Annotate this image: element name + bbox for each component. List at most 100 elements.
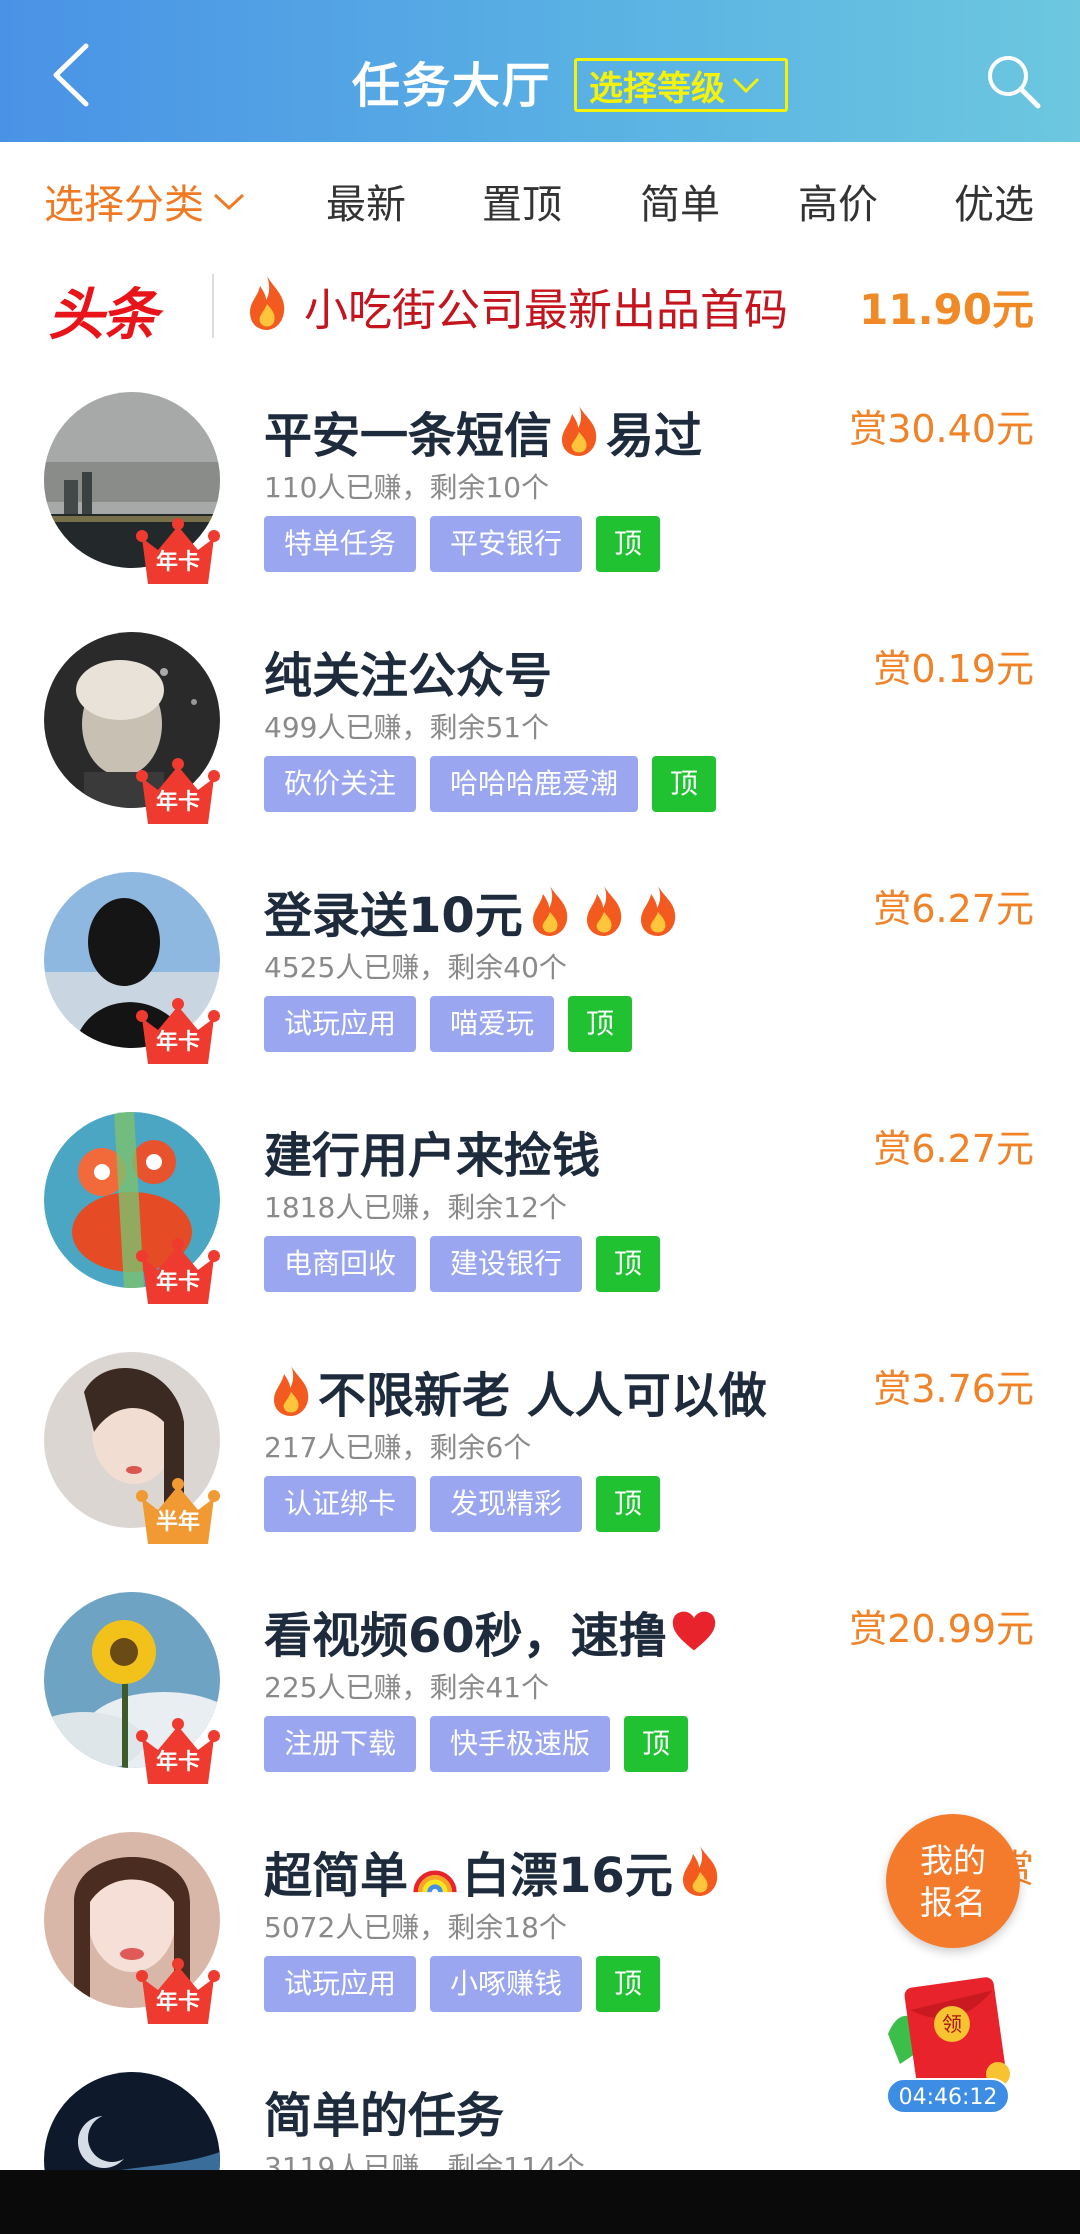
headline-price: 11.90元 bbox=[859, 285, 1034, 334]
level-select-label: 选择等级 bbox=[589, 68, 725, 109]
top-badge: 顶 bbox=[624, 1716, 689, 1772]
tag: 哈哈哈鹿爱潮 bbox=[430, 756, 639, 812]
tag: 认证绑卡 bbox=[264, 1476, 417, 1532]
heart-icon bbox=[672, 1611, 715, 1651]
tag-list: 特单任务 平安银行 顶 bbox=[264, 516, 661, 572]
signup-label-line1: 我的 bbox=[920, 1841, 986, 1880]
top-badge: 顶 bbox=[568, 996, 633, 1052]
tag: 建设银行 bbox=[430, 1236, 583, 1292]
task-title: 超简单 白漂16元 bbox=[264, 1836, 727, 1906]
task-title: 简单的任务 bbox=[264, 2088, 505, 2144]
crown-label: 年卡 bbox=[155, 550, 200, 575]
task-title: 看视频60秒，速撸 bbox=[264, 1596, 721, 1666]
top-badge: 顶 bbox=[652, 756, 717, 812]
tab-featured[interactable]: 优选 bbox=[954, 172, 1034, 230]
back-arrow-icon[interactable] bbox=[44, 40, 104, 110]
crown-label: 年卡 bbox=[155, 1030, 200, 1055]
tab-simple[interactable]: 简单 bbox=[640, 172, 720, 230]
task-reward: 赏6.27元 bbox=[873, 1127, 1034, 1171]
task-reward: 赏0.19元 bbox=[873, 647, 1034, 691]
signup-label-line2: 报名 bbox=[920, 1883, 986, 1922]
task-title-text: 平安一条短信 bbox=[264, 408, 553, 464]
tab-pinned[interactable]: 置顶 bbox=[482, 172, 562, 230]
task-title-suffix: 白漂16元 bbox=[462, 1848, 673, 1904]
crown-icon: 年卡 bbox=[136, 990, 220, 1070]
fire-icon bbox=[586, 886, 622, 936]
crown-label: 年卡 bbox=[155, 1990, 200, 2015]
system-nav-bar bbox=[0, 2170, 1080, 2234]
task-title: 纯关注公众号 bbox=[264, 648, 553, 704]
tag: 注册下载 bbox=[264, 1716, 417, 1772]
avatar bbox=[44, 2072, 220, 2170]
top-badge: 顶 bbox=[596, 1476, 661, 1532]
tag-list: 试玩应用 喵爱玩 顶 bbox=[264, 996, 633, 1052]
task-title-text: 不限新老 人人可以做 bbox=[318, 1368, 767, 1424]
tag: 电商回收 bbox=[264, 1236, 417, 1292]
rainbow-icon bbox=[413, 1870, 457, 1893]
task-reward: 赏30.40元 bbox=[849, 407, 1034, 451]
task-title-text: 看视频60秒，速撸 bbox=[264, 1608, 667, 1664]
my-signups-button[interactable]: 我的 报名 bbox=[886, 1814, 1020, 1948]
tab-high-price[interactable]: 高价 bbox=[798, 172, 878, 230]
tag: 快手极速版 bbox=[430, 1716, 611, 1772]
task-meta: 5072人已赚，剩余18个 bbox=[264, 1911, 567, 1944]
tag: 试玩应用 bbox=[264, 996, 417, 1052]
chevron-down-icon bbox=[732, 77, 760, 94]
tag-list: 认证绑卡 发现精彩 顶 bbox=[264, 1476, 661, 1532]
task-title-text: 登录送10元 bbox=[264, 888, 523, 944]
headline-badge: 头条 bbox=[48, 283, 158, 348]
fire-icon bbox=[562, 406, 597, 456]
fire-icon bbox=[532, 886, 568, 936]
chevron-down-icon bbox=[213, 193, 245, 211]
tag: 砍价关注 bbox=[264, 756, 417, 812]
task-meta: 217人已赚，剩余6个 bbox=[264, 1431, 532, 1464]
crown-icon: 半年 bbox=[136, 1470, 220, 1550]
task-item[interactable]: 半年 不限新老 人人可以做 217人已赚，剩余6个 赏3.76元 认证绑卡 发现… bbox=[0, 1352, 1080, 1592]
task-item[interactable]: 年卡 纯关注公众号 499人已赚，剩余51个 赏0.19元 砍价关注 哈哈哈鹿爱… bbox=[0, 632, 1080, 872]
task-item[interactable]: 年卡 平安一条短信 易过 110人已赚，剩余10个 赏30.40元 特单任务 平… bbox=[0, 392, 1080, 632]
category-tabs: 选择分类 最新 置顶 简单 高价 优选 bbox=[0, 142, 1080, 250]
countdown-timer: 04:46:12 bbox=[886, 2078, 1010, 2114]
task-meta: 499人已赚，剩余51个 bbox=[264, 711, 550, 744]
level-select-dropdown[interactable]: 选择等级 bbox=[574, 58, 788, 112]
top-header: 任务大厅 选择等级 bbox=[0, 0, 1080, 142]
task-title: 建行用户来捡钱 bbox=[264, 1128, 601, 1184]
task-item[interactable]: 年卡 建行用户来捡钱 1818人已赚，剩余12个 赏6.27元 电商回收 建设银… bbox=[0, 1112, 1080, 1352]
task-meta: 3119人已赚，剩余114个 bbox=[264, 2151, 585, 2170]
divider bbox=[212, 274, 214, 338]
fire-icon bbox=[640, 886, 676, 936]
search-icon[interactable] bbox=[984, 52, 1044, 112]
tag-list: 注册下载 快手极速版 顶 bbox=[264, 1716, 689, 1772]
fire-icon bbox=[250, 276, 285, 330]
tab-label: 选择分类 bbox=[44, 182, 204, 228]
tag: 小啄赚钱 bbox=[430, 1956, 583, 2012]
top-badge: 顶 bbox=[596, 516, 661, 572]
tag: 试玩应用 bbox=[264, 1956, 417, 2012]
crown-icon: 年卡 bbox=[136, 1710, 220, 1790]
tag: 特单任务 bbox=[264, 516, 417, 572]
task-item[interactable]: 年卡 登录送10元 4525人已赚，剩余40个 赏6.27元 试玩应用 喵爱玩 … bbox=[0, 872, 1080, 1112]
top-badge: 顶 bbox=[596, 1236, 661, 1292]
task-title: 不限新老 人人可以做 bbox=[264, 1356, 767, 1426]
tab-select-category[interactable]: 选择分类 bbox=[44, 172, 246, 230]
tag: 喵爱玩 bbox=[430, 996, 555, 1052]
crown-icon: 年卡 bbox=[136, 750, 220, 830]
top-badge: 顶 bbox=[596, 1956, 661, 2012]
tab-newest[interactable]: 最新 bbox=[326, 172, 406, 230]
tag: 发现精彩 bbox=[430, 1476, 583, 1532]
headline-text: 小吃街公司最新出品首码 bbox=[304, 285, 788, 336]
task-reward: 赏6.27元 bbox=[873, 887, 1034, 931]
task-title: 登录送10元 bbox=[264, 876, 685, 946]
crown-label: 年卡 bbox=[155, 1270, 200, 1295]
task-reward: 赏20.99元 bbox=[849, 1607, 1034, 1651]
headline-banner[interactable]: 头条 小吃街公司最新出品首码 11.90元 bbox=[0, 250, 1080, 360]
tag-list: 试玩应用 小啄赚钱 顶 bbox=[264, 1956, 661, 2012]
task-meta: 1818人已赚，剩余12个 bbox=[264, 1191, 567, 1224]
task-meta: 4525人已赚，剩余40个 bbox=[264, 951, 567, 984]
task-item[interactable]: 年卡 看视频60秒，速撸 225人已赚，剩余41个 赏20.99元 注册下载 快… bbox=[0, 1592, 1080, 1832]
task-title: 平安一条短信 易过 bbox=[264, 396, 702, 466]
crown-icon: 年卡 bbox=[136, 510, 220, 590]
task-meta: 110人已赚，剩余10个 bbox=[264, 471, 550, 504]
task-meta: 225人已赚，剩余41个 bbox=[264, 1671, 550, 1704]
task-title-text: 超简单 bbox=[264, 1848, 409, 1904]
